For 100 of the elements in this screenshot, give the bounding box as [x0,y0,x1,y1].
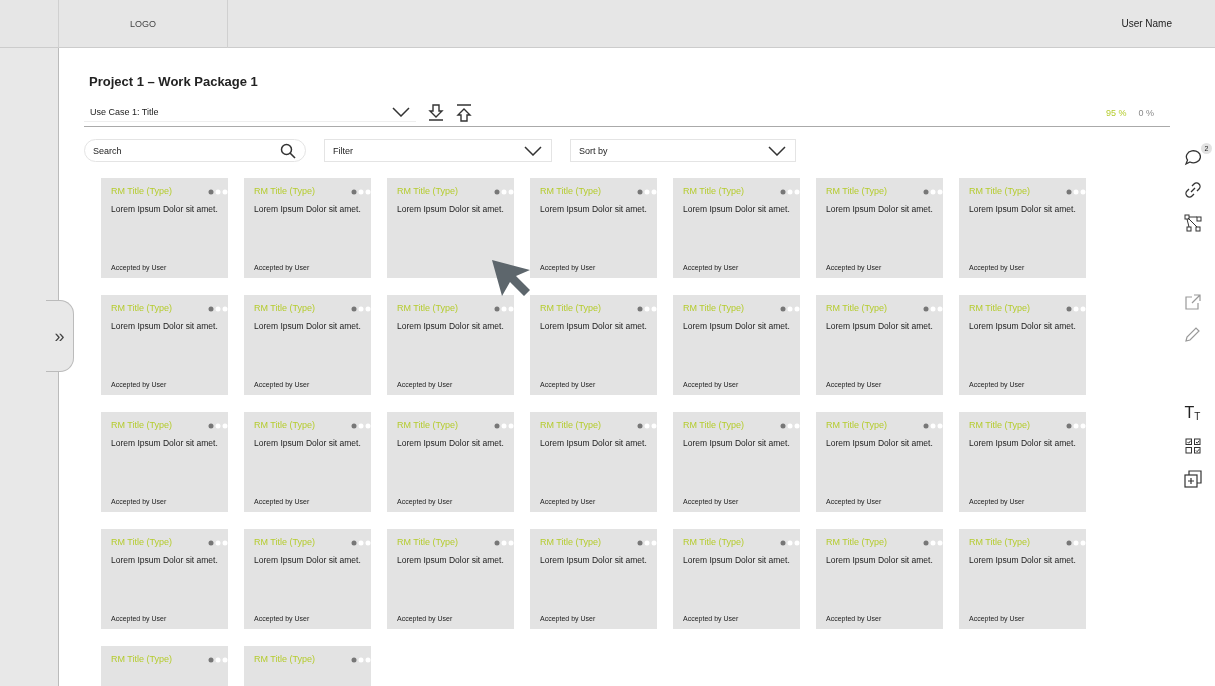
expand-tab[interactable]: » [46,300,74,372]
card-text: Lorem Ipsum Dolor sit amet. [254,202,362,216]
card-title: RM Title (Type) [111,420,172,432]
dots-icon [208,305,228,312]
filter-dropdown[interactable]: Filter [324,139,552,162]
dots-icon [923,539,943,546]
card-text: Lorem Ipsum Dolor sit amet. [111,553,219,567]
card-text: Lorem Ipsum Dolor sit amet. [397,202,505,216]
chevron-icon [392,107,410,117]
dots-icon [351,422,371,429]
dots-icon [494,305,514,312]
dots-icon [351,305,371,312]
dots-icon [208,539,228,546]
chevron-icon [524,145,542,156]
dots-icon [780,188,800,195]
add-copy-icon[interactable] [1183,470,1202,488]
card-text: Lorem Ipsum Dolor sit amet. [111,202,219,216]
use-case-dropdown[interactable]: Use Case 1: Title [84,103,416,122]
card-title: RM Title (Type) [683,186,744,198]
search-icon [280,142,296,159]
upload-icon[interactable] [456,103,472,122]
pencil-icon[interactable] [1184,326,1201,342]
card-text: Lorem Ipsum Dolor sit amet. [540,319,648,333]
card-title: RM Title (Type) [397,537,458,549]
network-icon[interactable] [1183,214,1202,232]
checkbox-grid-icon[interactable] [1184,438,1201,454]
card-text: Lorem Ipsum Dolor sit amet. [540,202,648,216]
card-text: Lorem Ipsum Dolor sit amet. [111,436,219,450]
card-title: RM Title (Type) [254,303,315,315]
chevron-icon [768,145,786,156]
card-title: RM Title (Type) [254,420,315,432]
card-title: RM Title (Type) [397,420,458,432]
card-title: RM Title (Type) [111,654,172,666]
card-text: Lorem Ipsum Dolor sit amet. [969,553,1077,567]
dots-icon [637,539,657,546]
dots-icon [923,422,943,429]
card-title: RM Title (Type) [969,303,1030,315]
external-link-icon[interactable] [1184,294,1201,310]
dots-icon [637,188,657,195]
progress-done-text: 95 % [1105,107,1127,118]
link-icon[interactable] [1184,182,1201,198]
card-title: RM Title (Type) [826,537,887,549]
card-title: RM Title (Type) [111,303,172,315]
card-text: Lorem Ipsum Dolor sit amet. [254,436,362,450]
card-title: RM Title (Type) [540,303,601,315]
card-title: RM Title (Type) [540,420,601,432]
page-title: Project 1 – Work Package 1 [89,74,259,89]
card-text: Lorem Ipsum Dolor sit amet. [254,319,362,333]
dots-icon [780,305,800,312]
card-text: Lorem Ipsum Dolor sit amet. [111,319,219,333]
card-title: RM Title (Type) [969,420,1030,432]
card-title: RM Title (Type) [397,303,458,315]
card-text: Lorem Ipsum Dolor sit amet. [254,553,362,567]
dots-icon [494,539,514,546]
dots-icon [1066,539,1086,546]
card-title: RM Title (Type) [111,537,172,549]
card-title: RM Title (Type) [826,420,887,432]
card-title: RM Title (Type) [683,303,744,315]
card-title: RM Title (Type) [826,186,887,198]
card-text: Lorem Ipsum Dolor sit amet. [826,553,934,567]
card-title: RM Title (Type) [540,537,601,549]
card-title: RM Title (Type) [254,186,315,198]
dots-icon [494,188,514,195]
card-text: Lorem Ipsum Dolor sit amet. [540,553,648,567]
search-field[interactable]: Search [84,139,306,162]
user-name[interactable]: User Name [1121,18,1172,29]
dots-icon [1066,188,1086,195]
card-title: RM Title (Type) [826,303,887,315]
requirement-card[interactable]: RM Title (Type) Lorem Ipsum Dolor sit amet. [387,178,514,278]
card-text: Lorem Ipsum Dolor sit amet. [969,202,1077,216]
card-text: Lorem Ipsum Dolor sit amet. [540,436,648,450]
card-text: Lorem Ipsum Dolor sit amet. [683,319,791,333]
dots-icon [780,539,800,546]
logo-text: LOGO [130,18,156,29]
card-text: Lorem Ipsum Dolor sit amet. [826,202,934,216]
dots-icon [923,188,943,195]
dots-icon [637,422,657,429]
dots-icon [351,188,371,195]
progress-open-text: 0 % [1138,107,1154,118]
card-title: RM Title (Type) [254,654,315,666]
download-icon[interactable] [428,103,444,122]
dots-icon [351,539,371,546]
comment-icon[interactable] [1183,148,1201,166]
card-text: Lorem Ipsum Dolor sit amet. [969,319,1077,333]
card-text: Lorem Ipsum Dolor sit amet. [397,319,505,333]
card-title: RM Title (Type) [111,186,172,198]
dots-icon [637,305,657,312]
card-text: Lorem Ipsum Dolor sit amet. [969,436,1077,450]
card-title: RM Title (Type) [540,186,601,198]
dots-icon [208,656,228,663]
card-text: Lorem Ipsum Dolor sit amet. [397,553,505,567]
dots-icon [923,305,943,312]
card-text: Lorem Ipsum Dolor sit amet. [683,553,791,567]
dots-icon [208,188,228,195]
card-text: Lorem Ipsum Dolor sit amet. [683,436,791,450]
card-title: RM Title (Type) [683,537,744,549]
card-text: Lorem Ipsum Dolor sit amet. [826,436,934,450]
sort-dropdown[interactable]: Sort by [570,139,796,162]
card-text: Lorem Ipsum Dolor sit amet. [826,319,934,333]
card-text: Lorem Ipsum Dolor sit amet. [683,202,791,216]
